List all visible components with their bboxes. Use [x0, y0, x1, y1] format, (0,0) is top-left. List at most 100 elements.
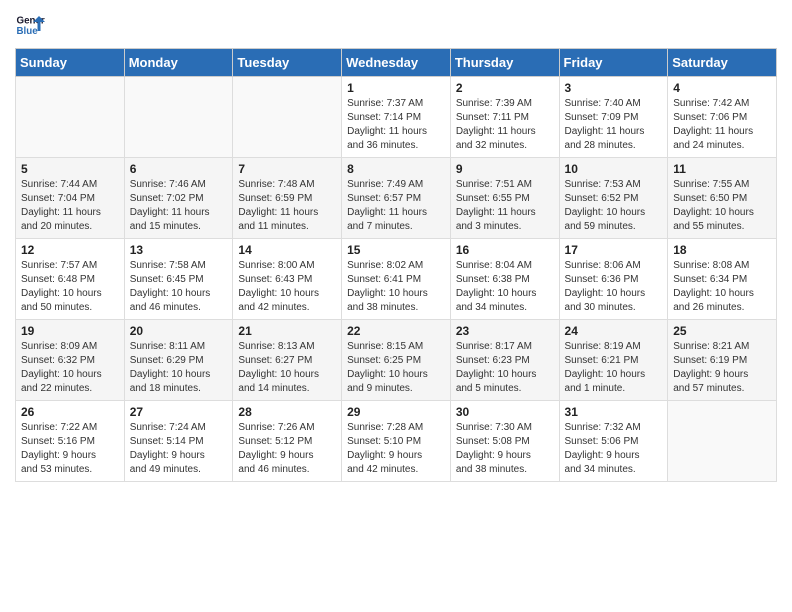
weekday-header-tuesday: Tuesday [233, 49, 342, 77]
weekday-header-friday: Friday [559, 49, 668, 77]
day-number: 27 [130, 405, 228, 419]
day-number: 20 [130, 324, 228, 338]
calendar-cell: 22 Sunrise: 8:15 AM Sunset: 6:25 PM Dayli… [342, 320, 451, 401]
day-number: 14 [238, 243, 336, 257]
calendar-cell: 27 Sunrise: 7:24 AM Sunset: 5:14 PM Dayli… [124, 401, 233, 482]
calendar-cell: 24 Sunrise: 8:19 AM Sunset: 6:21 PM Dayli… [559, 320, 668, 401]
weekday-header-sunday: Sunday [16, 49, 125, 77]
logo: General Blue [15, 10, 45, 40]
day-info: Sunrise: 8:21 AM Sunset: 6:19 PM Dayligh… [673, 340, 771, 396]
day-number: 1 [347, 81, 445, 95]
day-info: Sunrise: 7:49 AM Sunset: 6:57 PM Dayligh… [347, 178, 445, 234]
day-info: Sunrise: 8:15 AM Sunset: 6:25 PM Dayligh… [347, 340, 445, 396]
day-number: 9 [456, 162, 554, 176]
day-number: 8 [347, 162, 445, 176]
calendar-cell: 26 Sunrise: 7:22 AM Sunset: 5:16 PM Dayli… [16, 401, 125, 482]
svg-text:Blue: Blue [17, 26, 39, 37]
day-info: Sunrise: 7:55 AM Sunset: 6:50 PM Dayligh… [673, 178, 771, 234]
day-info: Sunrise: 8:00 AM Sunset: 6:43 PM Dayligh… [238, 259, 336, 315]
calendar-cell: 4 Sunrise: 7:42 AM Sunset: 7:06 PM Daylig… [668, 77, 777, 158]
day-info: Sunrise: 8:13 AM Sunset: 6:27 PM Dayligh… [238, 340, 336, 396]
day-info: Sunrise: 7:39 AM Sunset: 7:11 PM Dayligh… [456, 97, 554, 153]
day-number: 6 [130, 162, 228, 176]
calendar-cell: 5 Sunrise: 7:44 AM Sunset: 7:04 PM Daylig… [16, 158, 125, 239]
day-info: Sunrise: 7:42 AM Sunset: 7:06 PM Dayligh… [673, 97, 771, 153]
day-info: Sunrise: 7:44 AM Sunset: 7:04 PM Dayligh… [21, 178, 119, 234]
day-number: 19 [21, 324, 119, 338]
day-info: Sunrise: 7:40 AM Sunset: 7:09 PM Dayligh… [565, 97, 663, 153]
day-number: 4 [673, 81, 771, 95]
day-info: Sunrise: 7:30 AM Sunset: 5:08 PM Dayligh… [456, 421, 554, 477]
calendar-cell: 7Sunrise: 7:48 AM Sunset: 6:59 PM Daylig… [233, 158, 342, 239]
calendar-cell: 2 Sunrise: 7:39 AM Sunset: 7:11 PM Daylig… [450, 77, 559, 158]
day-info: Sunrise: 8:02 AM Sunset: 6:41 PM Dayligh… [347, 259, 445, 315]
day-number: 25 [673, 324, 771, 338]
calendar-cell: 9 Sunrise: 7:51 AM Sunset: 6:55 PM Daylig… [450, 158, 559, 239]
day-info: Sunrise: 7:24 AM Sunset: 5:14 PM Dayligh… [130, 421, 228, 477]
calendar-cell [233, 77, 342, 158]
calendar-header-row: SundayMondayTuesdayWednesdayThursdayFrid… [16, 49, 777, 77]
day-info: Sunrise: 7:37 AM Sunset: 7:14 PM Dayligh… [347, 97, 445, 153]
weekday-header-monday: Monday [124, 49, 233, 77]
day-info: Sunrise: 8:19 AM Sunset: 6:21 PM Dayligh… [565, 340, 663, 396]
calendar-cell: 14 Sunrise: 8:00 AM Sunset: 6:43 PM Dayli… [233, 239, 342, 320]
day-info: Sunrise: 7:46 AM Sunset: 7:02 PM Dayligh… [130, 178, 228, 234]
day-number: 13 [130, 243, 228, 257]
calendar-cell: 25 Sunrise: 8:21 AM Sunset: 6:19 PM Dayli… [668, 320, 777, 401]
weekday-header-saturday: Saturday [668, 49, 777, 77]
day-number: 23 [456, 324, 554, 338]
calendar-cell: 29 Sunrise: 7:28 AM Sunset: 5:10 PM Dayli… [342, 401, 451, 482]
calendar-cell [668, 401, 777, 482]
day-info: Sunrise: 7:58 AM Sunset: 6:45 PM Dayligh… [130, 259, 228, 315]
day-number: 17 [565, 243, 663, 257]
calendar-cell [124, 77, 233, 158]
page-header: General Blue [15, 10, 777, 40]
day-number: 26 [21, 405, 119, 419]
calendar-cell: 1 Sunrise: 7:37 AM Sunset: 7:14 PM Daylig… [342, 77, 451, 158]
calendar-week-2: 5 Sunrise: 7:44 AM Sunset: 7:04 PM Daylig… [16, 158, 777, 239]
calendar-cell: 15Sunrise: 8:02 AM Sunset: 6:41 PM Dayli… [342, 239, 451, 320]
calendar-cell: 11 Sunrise: 7:55 AM Sunset: 6:50 PM Dayli… [668, 158, 777, 239]
day-info: Sunrise: 7:22 AM Sunset: 5:16 PM Dayligh… [21, 421, 119, 477]
day-number: 31 [565, 405, 663, 419]
calendar-cell: 13 Sunrise: 7:58 AM Sunset: 6:45 PM Dayli… [124, 239, 233, 320]
calendar-cell: 23Sunrise: 8:17 AM Sunset: 6:23 PM Dayli… [450, 320, 559, 401]
calendar-cell: 28 Sunrise: 7:26 AM Sunset: 5:12 PM Dayli… [233, 401, 342, 482]
day-info: Sunrise: 8:11 AM Sunset: 6:29 PM Dayligh… [130, 340, 228, 396]
calendar-cell [16, 77, 125, 158]
day-info: Sunrise: 7:57 AM Sunset: 6:48 PM Dayligh… [21, 259, 119, 315]
day-number: 22 [347, 324, 445, 338]
day-number: 2 [456, 81, 554, 95]
calendar-cell: 17 Sunrise: 8:06 AM Sunset: 6:36 PM Dayli… [559, 239, 668, 320]
logo-icon: General Blue [15, 10, 45, 40]
calendar-cell: 19 Sunrise: 8:09 AM Sunset: 6:32 PM Dayli… [16, 320, 125, 401]
calendar-cell: 8 Sunrise: 7:49 AM Sunset: 6:57 PM Daylig… [342, 158, 451, 239]
day-info: Sunrise: 7:48 AM Sunset: 6:59 PM Dayligh… [238, 178, 336, 234]
day-info: Sunrise: 7:51 AM Sunset: 6:55 PM Dayligh… [456, 178, 554, 234]
day-number: 30 [456, 405, 554, 419]
day-number: 5 [21, 162, 119, 176]
weekday-header-thursday: Thursday [450, 49, 559, 77]
day-number: 11 [673, 162, 771, 176]
day-info: Sunrise: 8:06 AM Sunset: 6:36 PM Dayligh… [565, 259, 663, 315]
day-info: Sunrise: 8:09 AM Sunset: 6:32 PM Dayligh… [21, 340, 119, 396]
day-number: 3 [565, 81, 663, 95]
calendar-body: 1 Sunrise: 7:37 AM Sunset: 7:14 PM Daylig… [16, 77, 777, 482]
day-number: 29 [347, 405, 445, 419]
day-number: 28 [238, 405, 336, 419]
calendar-cell: 6 Sunrise: 7:46 AM Sunset: 7:02 PM Daylig… [124, 158, 233, 239]
day-number: 12 [21, 243, 119, 257]
day-number: 21 [238, 324, 336, 338]
day-number: 24 [565, 324, 663, 338]
calendar-cell: 21 Sunrise: 8:13 AM Sunset: 6:27 PM Dayli… [233, 320, 342, 401]
calendar-cell: 30 Sunrise: 7:30 AM Sunset: 5:08 PM Dayli… [450, 401, 559, 482]
day-info: Sunrise: 7:28 AM Sunset: 5:10 PM Dayligh… [347, 421, 445, 477]
calendar-cell: 18Sunrise: 8:08 AM Sunset: 6:34 PM Dayli… [668, 239, 777, 320]
calendar-cell: 20 Sunrise: 8:11 AM Sunset: 6:29 PM Dayli… [124, 320, 233, 401]
calendar-week-4: 19 Sunrise: 8:09 AM Sunset: 6:32 PM Dayli… [16, 320, 777, 401]
weekday-header-wednesday: Wednesday [342, 49, 451, 77]
day-info: Sunrise: 7:26 AM Sunset: 5:12 PM Dayligh… [238, 421, 336, 477]
calendar-cell: 12 Sunrise: 7:57 AM Sunset: 6:48 PM Dayli… [16, 239, 125, 320]
day-info: Sunrise: 7:53 AM Sunset: 6:52 PM Dayligh… [565, 178, 663, 234]
calendar-week-5: 26 Sunrise: 7:22 AM Sunset: 5:16 PM Dayli… [16, 401, 777, 482]
